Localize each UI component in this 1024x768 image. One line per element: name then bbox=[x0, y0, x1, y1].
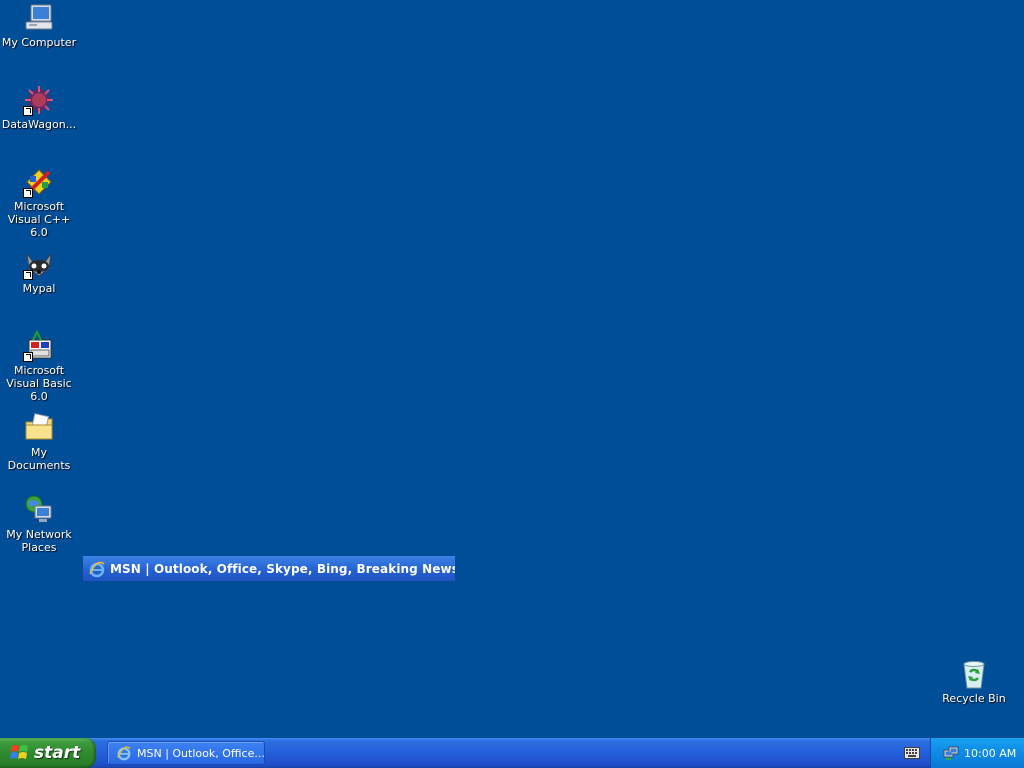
desktop-icon-visual-cpp[interactable]: Microsoft Visual C++ 6.0 bbox=[0, 166, 78, 239]
windows-logo-icon bbox=[10, 743, 30, 763]
internet-explorer-icon bbox=[116, 745, 132, 761]
system-tray: 10:00 AM bbox=[930, 738, 1024, 768]
taskbar: start MSN | Outlook, Office... 10:00 AM bbox=[0, 738, 1024, 768]
taskbar-item-label: MSN | Outlook, Office... bbox=[137, 746, 264, 760]
window-title-text: MSN | Outlook, Office, Skype, Bing, Brea… bbox=[110, 561, 455, 576]
recycle-bin-icon bbox=[958, 658, 990, 690]
shortcut-arrow-icon bbox=[23, 352, 33, 362]
shortcut-arrow-icon bbox=[23, 270, 33, 280]
desktop-icon-visual-basic[interactable]: Microsoft Visual Basic 6.0 bbox=[0, 330, 78, 403]
my-documents-icon bbox=[23, 412, 55, 444]
clock[interactable]: 10:00 AM bbox=[964, 747, 1016, 760]
start-label: start bbox=[34, 743, 81, 763]
desktop-icon-label: My Computer bbox=[1, 36, 77, 49]
visual-basic-icon bbox=[23, 330, 55, 362]
desktop-icon-mypal[interactable]: Mypal bbox=[0, 248, 78, 295]
desktop-icon-recycle-bin[interactable]: Recycle Bin bbox=[935, 658, 1013, 705]
desktop-icon-label: My Documents bbox=[7, 446, 71, 472]
datawagon-icon bbox=[23, 84, 55, 116]
visual-cpp-icon bbox=[23, 166, 55, 198]
shortcut-arrow-icon bbox=[23, 106, 33, 116]
start-button[interactable]: start bbox=[0, 738, 96, 768]
desktop-icon-my-computer[interactable]: My Computer bbox=[0, 2, 78, 49]
internet-explorer-icon bbox=[88, 560, 106, 578]
desktop: My Computer DataWagon... Microsoft Visua… bbox=[0, 0, 1024, 738]
mypal-icon bbox=[23, 248, 55, 280]
keyboard-icon[interactable] bbox=[904, 747, 920, 759]
desktop-icon-label: Recycle Bin bbox=[942, 692, 1006, 705]
desktop-icon-label: DataWagon... bbox=[1, 118, 77, 131]
window-title-popup[interactable]: MSN | Outlook, Office, Skype, Bing, Brea… bbox=[83, 556, 455, 581]
desktop-icon-my-documents[interactable]: My Documents bbox=[0, 412, 78, 472]
network-places-icon bbox=[23, 494, 55, 526]
desktop-icon-datawagon[interactable]: DataWagon... bbox=[0, 84, 78, 131]
network-connection-icon[interactable] bbox=[943, 745, 959, 761]
desktop-icon-label: Mypal bbox=[22, 282, 56, 295]
desktop-icon-label: My Network Places bbox=[6, 528, 72, 554]
taskbar-item-msn[interactable]: MSN | Outlook, Office... bbox=[107, 741, 265, 765]
desktop-icon-label: Microsoft Visual Basic 6.0 bbox=[6, 364, 72, 403]
desktop-icon-network-places[interactable]: My Network Places bbox=[0, 494, 78, 554]
my-computer-icon bbox=[23, 2, 55, 34]
desktop-icon-label: Microsoft Visual C++ 6.0 bbox=[7, 200, 71, 239]
shortcut-arrow-icon bbox=[23, 188, 33, 198]
